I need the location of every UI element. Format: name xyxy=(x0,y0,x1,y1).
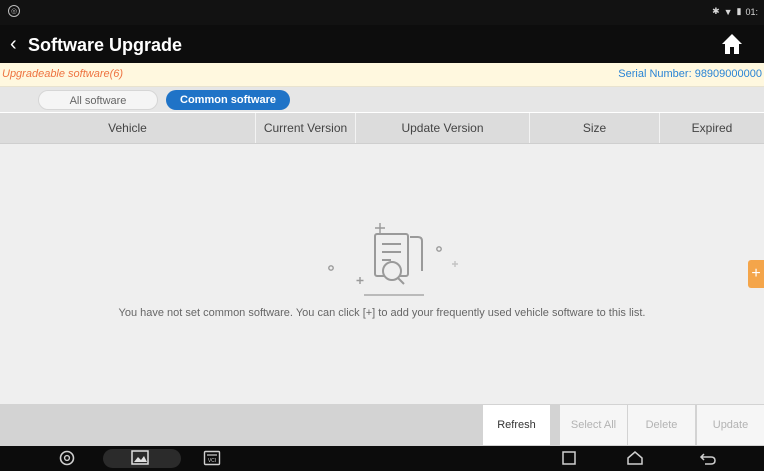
refresh-button[interactable]: Refresh xyxy=(483,405,550,445)
vci-icon[interactable]: VCI xyxy=(203,450,221,466)
info-row: Upgradeable software(6) Serial Number: 9… xyxy=(0,63,764,87)
home-button[interactable] xyxy=(720,32,744,56)
battery-icon: ▮ xyxy=(736,6,742,16)
add-software-button[interactable]: + xyxy=(748,260,764,288)
empty-state-message: You have not set common software. You ca… xyxy=(118,307,646,319)
page-title: Software Upgrade xyxy=(28,35,183,55)
upgradeable-count: Upgradeable software(6) xyxy=(2,68,124,80)
column-size: Size xyxy=(530,113,660,143)
software-tabs: All software Common software xyxy=(0,87,764,112)
software-list: You have not set common software. You ca… xyxy=(0,144,764,404)
document-search-icon xyxy=(328,223,458,296)
tab-all-software[interactable]: All software xyxy=(38,90,158,110)
column-current-version: Current Version xyxy=(256,113,356,143)
recent-apps-icon[interactable] xyxy=(560,450,578,466)
delete-button[interactable]: Delete xyxy=(628,405,695,445)
table-header: Vehicle Current Version Update Version S… xyxy=(0,113,764,144)
status-clock: 01: xyxy=(745,6,758,17)
home-nav-icon[interactable] xyxy=(626,450,644,466)
back-nav-icon[interactable] xyxy=(699,450,717,466)
column-expired: Expired xyxy=(691,121,733,135)
chevron-left-icon: ‹ xyxy=(10,33,17,55)
tab-common-software[interactable]: Common software xyxy=(166,90,290,110)
svg-text:VCI: VCI xyxy=(208,458,216,464)
system-nav-bar: VCI xyxy=(0,446,764,471)
back-button[interactable]: ‹ xyxy=(10,33,17,55)
notification-icon: ◎ xyxy=(8,5,20,17)
update-button[interactable]: Update xyxy=(697,405,764,445)
serial-number: Serial Number: 98909000000 xyxy=(618,68,762,80)
bluetooth-icon: ✱ xyxy=(712,6,720,16)
home-icon xyxy=(722,34,742,54)
wifi-icon: ▼ xyxy=(723,6,733,17)
gallery-icon[interactable] xyxy=(131,450,149,466)
column-vehicle: Vehicle xyxy=(0,113,256,143)
status-bar: ◎ ✱ ▼ ▮ 01: xyxy=(0,0,764,25)
column-update-version: Update Version xyxy=(356,113,530,143)
browser-icon[interactable] xyxy=(58,450,76,466)
select-all-button[interactable]: Select All xyxy=(560,405,627,445)
title-bar: ‹ Software Upgrade xyxy=(0,25,764,63)
status-icons: ✱ ▼ ▮ 01: xyxy=(712,6,758,17)
action-bar: Refresh Select All Delete Update xyxy=(0,404,764,446)
app-frame: ◎ ✱ ▼ ▮ 01: ‹ Software Upgrade Upgradeab… xyxy=(0,0,764,471)
